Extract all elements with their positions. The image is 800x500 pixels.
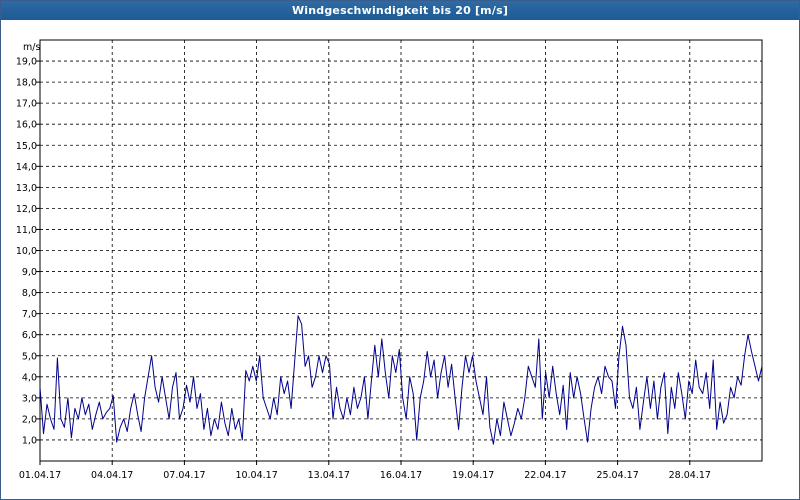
x-tick-label: 22.04.17 xyxy=(524,470,566,481)
y-tick-label: 3,0 xyxy=(22,393,37,404)
x-tick-label: 16.04.17 xyxy=(380,470,422,481)
y-tick-label: 12,0 xyxy=(16,204,37,215)
y-tick-label: 6,0 xyxy=(22,330,37,341)
y-tick-label: 9,0 xyxy=(22,267,37,278)
y-tick-label: 2,0 xyxy=(22,414,37,425)
y-tick-label: 16,0 xyxy=(16,120,37,131)
chart-window: Windgeschwindigkeit bis 20 [m/s] 1,0 2,0 3… xyxy=(0,0,800,500)
x-tick-label: 04.04.17 xyxy=(91,470,133,481)
x-axis: 01.04.17 04.04.17 07.04.17 10.04.17 13.04.17… xyxy=(19,461,711,481)
y-tick-label: 14,0 xyxy=(16,162,37,173)
x-tick-label: 07.04.17 xyxy=(163,470,205,481)
x-tick-label: 28.04.17 xyxy=(669,470,711,481)
y-tick-label: 8,0 xyxy=(22,288,37,299)
y-tick-label: 19,0 xyxy=(16,57,37,68)
y-tick-label: 13,0 xyxy=(16,183,37,194)
y-tick-label: 5,0 xyxy=(22,351,37,362)
y-tick-label: 4,0 xyxy=(22,372,37,383)
x-tick-label: 13.04.17 xyxy=(308,470,350,481)
y-tick-label: 1,0 xyxy=(22,435,37,446)
x-tick-label: 01.04.17 xyxy=(19,470,61,481)
y-tick-label: 10,0 xyxy=(16,246,37,257)
x-tick-label: 25.04.17 xyxy=(596,470,638,481)
y-axis: 1,0 2,0 3,0 4,0 5,0 6,0 7,0 8,0 9,0 10,0 11,0 12,0 1… xyxy=(16,57,40,446)
y-tick-label: 18,0 xyxy=(16,78,37,89)
x-tick-label: 19.04.17 xyxy=(452,470,494,481)
x-tick-label: 10.04.17 xyxy=(235,470,277,481)
y-tick-label: 15,0 xyxy=(16,141,37,152)
y-tick-label: 11,0 xyxy=(16,225,37,236)
y-axis-unit-label: m/s xyxy=(23,42,40,53)
y-tick-label: 17,0 xyxy=(16,99,37,110)
wind-speed-chart: 1,0 2,0 3,0 4,0 5,0 6,0 7,0 8,0 9,0 10,0 11,0 12,0 1… xyxy=(16,39,763,481)
y-tick-label: 7,0 xyxy=(22,309,37,320)
grid-lines xyxy=(40,40,762,461)
